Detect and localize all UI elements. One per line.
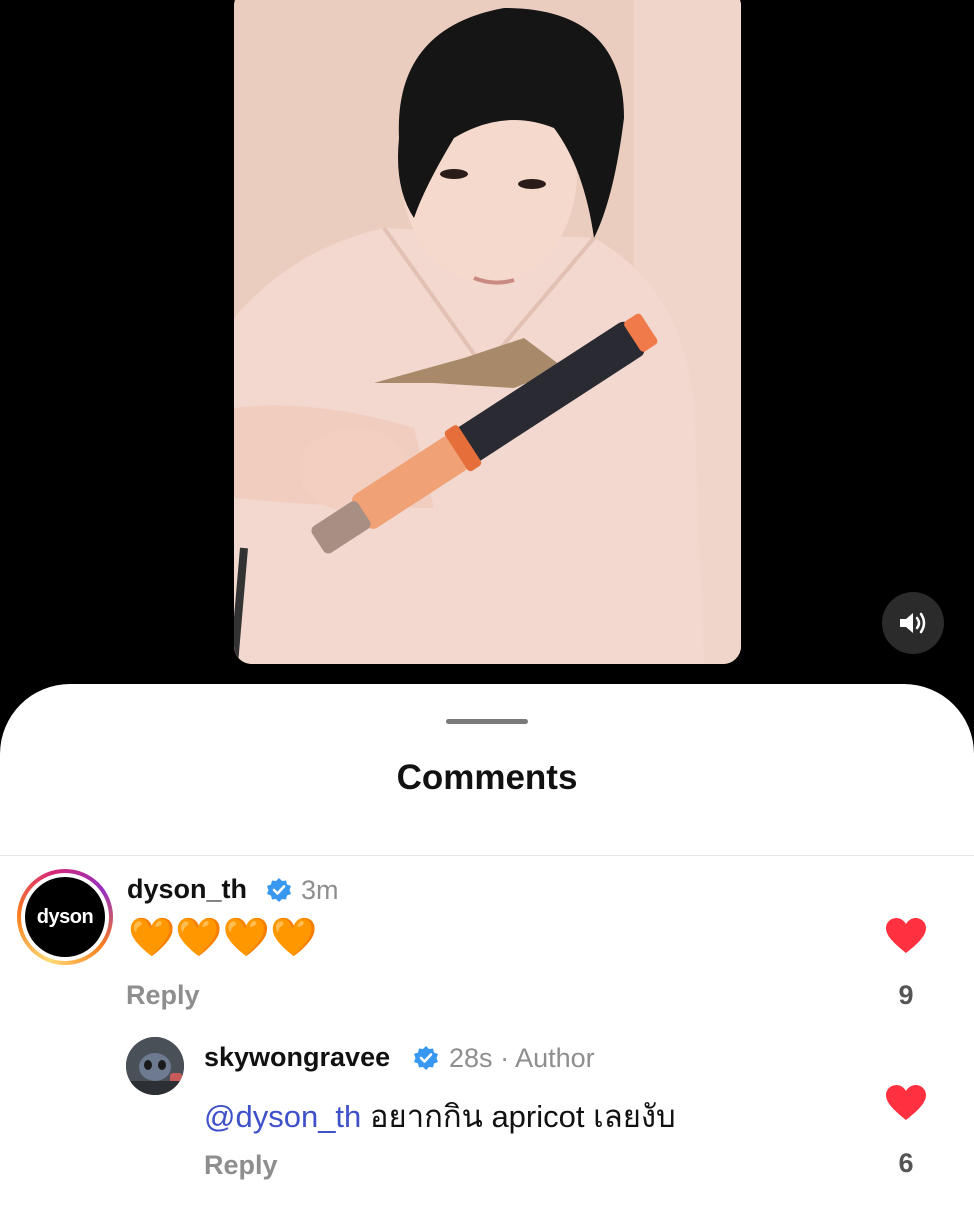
comment-text: @dyson_th อยากกิน apricot เลยงับ: [204, 1099, 676, 1134]
reply-button[interactable]: Reply: [204, 1150, 278, 1181]
video-player[interactable]: [0, 0, 974, 700]
speaker-icon: [900, 612, 926, 634]
video-frame[interactable]: [234, 0, 741, 664]
dyson-logo: dyson: [25, 877, 105, 957]
avatar[interactable]: dyson: [17, 869, 113, 965]
comment-username[interactable]: skywongravee: [204, 1042, 390, 1073]
like-count: 6: [898, 1148, 914, 1178]
heart-icon[interactable]: [886, 918, 926, 954]
avatar-image: [126, 1037, 184, 1095]
mute-button[interactable]: [882, 592, 944, 654]
reply-button[interactable]: Reply: [126, 980, 200, 1011]
sheet-grabber[interactable]: [446, 719, 528, 724]
like-count: 9: [898, 980, 914, 1010]
comment-text: 🧡🧡🧡🧡: [128, 917, 318, 959]
mention-link[interactable]: @dyson_th: [204, 1099, 361, 1134]
verified-badge-icon: [414, 1046, 438, 1070]
author-badge: Author: [515, 1043, 595, 1073]
avatar[interactable]: [126, 1037, 184, 1095]
comment-time: 3m: [301, 875, 339, 905]
divider: [0, 855, 974, 856]
comment-username[interactable]: dyson_th: [127, 874, 247, 905]
verified-badge-icon: [267, 878, 291, 902]
video-thumbnail: [234, 0, 741, 664]
heart-icon[interactable]: [886, 1085, 926, 1121]
comments-sheet: Comments dyson dyson_th 3m 🧡🧡🧡🧡 Reply 9 …: [0, 684, 974, 1224]
sheet-title: Comments: [396, 758, 578, 797]
comment-time: 28s · Author: [449, 1043, 595, 1073]
